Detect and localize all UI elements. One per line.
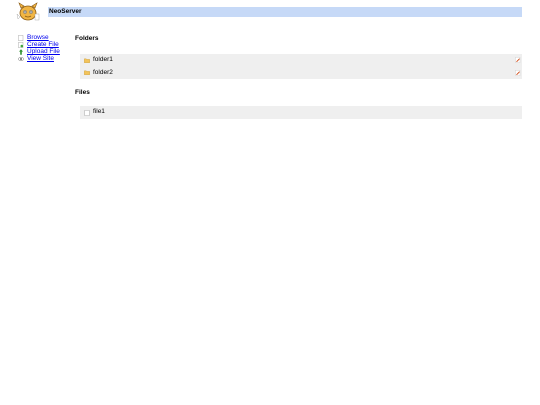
file-icon (84, 109, 90, 116)
folders-list: folder1 folder2 (80, 54, 522, 79)
upload-icon (18, 49, 24, 55)
files-heading: Files (75, 89, 90, 96)
list-item[interactable]: file1 (80, 106, 522, 119)
list-item[interactable]: folder2 (80, 67, 522, 80)
sidebar-nav: Browse Create File Upload File View Site (18, 34, 68, 63)
list-item[interactable]: folder1 (80, 54, 522, 67)
app-title: NeoServer (49, 8, 82, 15)
file-name: file1 (93, 108, 105, 116)
header-bar: NeoServer (48, 7, 522, 17)
folder-name: folder2 (93, 68, 113, 76)
sidebar-item-view-site[interactable]: View Site (18, 55, 68, 63)
new-file-icon (18, 42, 24, 49)
files-list: file1 (80, 106, 522, 119)
app-logo (16, 2, 40, 22)
page-icon (18, 35, 24, 42)
folder-name: folder1 (93, 56, 113, 64)
folder-icon (84, 58, 90, 63)
folders-heading: Folders (75, 35, 99, 42)
eye-icon (18, 56, 24, 62)
view-site-link[interactable]: View Site (27, 55, 54, 63)
edit-icon[interactable] (515, 57, 521, 63)
edit-icon[interactable] (515, 69, 521, 76)
folder-icon (84, 70, 90, 76)
